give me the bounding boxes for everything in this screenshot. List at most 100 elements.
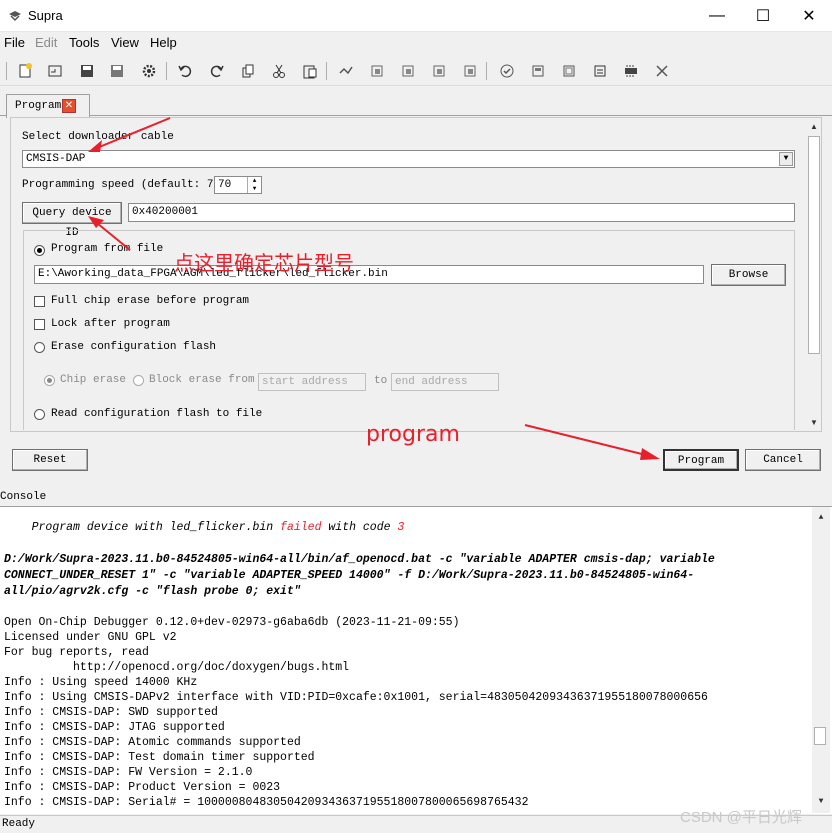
tool-h-icon bbox=[594, 65, 606, 77]
lock-after-label: Lock after program bbox=[51, 318, 170, 330]
save-button[interactable] bbox=[76, 60, 98, 82]
paste-button[interactable] bbox=[299, 60, 321, 82]
query-device-id-button[interactable]: Query device ID bbox=[22, 202, 122, 239]
window-title: Supra bbox=[28, 8, 63, 23]
end-address-field[interactable]: end address bbox=[391, 373, 499, 391]
arrow-head-icon bbox=[640, 448, 660, 460]
block-erase-radio[interactable] bbox=[133, 375, 144, 386]
program-from-file-radio[interactable] bbox=[34, 245, 45, 256]
reset-button[interactable]: Reset bbox=[12, 449, 88, 471]
console-line: http://openocd.org/doc/doxygen/bugs.html bbox=[4, 661, 350, 674]
new-file-icon bbox=[19, 63, 32, 78]
console-output[interactable]: Program device with led_flicker.bin fail… bbox=[0, 506, 832, 814]
start-address-field[interactable]: start address bbox=[258, 373, 366, 391]
tool-f-button[interactable] bbox=[527, 60, 549, 82]
save-as-button[interactable] bbox=[106, 60, 128, 82]
device-id-field[interactable]: 0x40200001 bbox=[128, 203, 795, 222]
menu-help[interactable]: Help bbox=[150, 35, 177, 50]
cut-button[interactable] bbox=[268, 60, 290, 82]
cable-label: Select downloader cable bbox=[22, 131, 174, 143]
stop-button[interactable] bbox=[651, 60, 673, 82]
erase-config-radio[interactable] bbox=[34, 342, 45, 353]
console-line: Info : Using CMSIS-DAPv2 interface with … bbox=[4, 691, 708, 704]
redo-button[interactable] bbox=[206, 60, 228, 82]
scroll-up-icon[interactable]: ▲ bbox=[814, 511, 828, 525]
chip-erase-radio[interactable] bbox=[44, 375, 55, 386]
stepper-up-icon[interactable]: ▲ bbox=[247, 177, 261, 185]
check-button[interactable] bbox=[496, 60, 518, 82]
console-line: Info : CMSIS-DAP: Product Version = 0023 bbox=[4, 781, 281, 794]
new-file-button[interactable] bbox=[14, 60, 36, 82]
program-options-group: Program from file E:\Aworking_data_FPGA\… bbox=[23, 230, 795, 430]
toolbar-separator bbox=[166, 62, 167, 80]
to-label: to bbox=[374, 375, 388, 387]
program-button[interactable]: Program bbox=[663, 449, 739, 471]
console-command-line: CONNECT_UNDER_RESET 1" -c "variable ADAP… bbox=[4, 569, 695, 582]
console-line: Info : CMSIS-DAP: Test domain timer supp… bbox=[4, 751, 315, 764]
chip-erase-label: Chip erase bbox=[60, 374, 127, 386]
toolbar-separator bbox=[326, 62, 327, 80]
scroll-down-icon[interactable]: ▼ bbox=[814, 795, 828, 809]
menu-view[interactable]: View bbox=[111, 35, 139, 50]
check-icon bbox=[500, 64, 514, 78]
redo-icon bbox=[210, 65, 224, 78]
full-chip-erase-checkbox[interactable] bbox=[34, 296, 45, 307]
file-path-field[interactable]: E:\Aworking_data_FPGA\AGM\led_flicker\le… bbox=[34, 265, 704, 284]
full-chip-erase-label: Full chip erase before program bbox=[51, 295, 250, 307]
cross-icon bbox=[656, 65, 668, 77]
chevron-down-icon: ▼ bbox=[779, 152, 793, 166]
minimize-button[interactable]: — bbox=[694, 0, 740, 32]
toolbar bbox=[0, 56, 832, 86]
scroll-up-icon[interactable]: ▲ bbox=[807, 120, 821, 134]
read-config-radio[interactable] bbox=[34, 409, 45, 420]
scroll-thumb[interactable] bbox=[814, 727, 826, 745]
tab-program[interactable]: Program ✕ bbox=[6, 94, 90, 118]
tool-i-button[interactable] bbox=[620, 60, 642, 82]
cancel-button[interactable]: Cancel bbox=[745, 449, 821, 471]
tool-c-icon bbox=[402, 65, 414, 77]
tool-f-icon bbox=[532, 65, 544, 77]
open-button[interactable] bbox=[44, 60, 66, 82]
close-icon: ✕ bbox=[802, 8, 816, 25]
erase-config-label: Erase configuration flash bbox=[51, 341, 217, 353]
stepper-down-icon[interactable]: ▼ bbox=[247, 185, 261, 193]
app-icon bbox=[9, 11, 21, 22]
console-command-line: all/pio/agrv2k.cfg -c "flash probe 0; ex… bbox=[4, 585, 301, 598]
copy-button[interactable] bbox=[237, 60, 259, 82]
browse-button[interactable]: Browse bbox=[711, 264, 786, 286]
tool-h-button[interactable] bbox=[589, 60, 611, 82]
menu-file[interactable]: File bbox=[4, 35, 25, 50]
tab-label: Program bbox=[15, 100, 62, 112]
speed-stepper[interactable]: 70 ▲ ▼ bbox=[214, 176, 262, 194]
tool-b-button[interactable] bbox=[366, 60, 388, 82]
maximize-icon: ☐ bbox=[755, 8, 771, 25]
cable-select[interactable]: CMSIS-DAP ▼ bbox=[22, 150, 795, 168]
tab-close-icon[interactable]: ✕ bbox=[62, 99, 76, 113]
tool-d-button[interactable] bbox=[428, 60, 450, 82]
menu-edit[interactable]: Edit bbox=[35, 35, 57, 50]
tool-c-button[interactable] bbox=[397, 60, 419, 82]
panel-scrollbar[interactable]: ▲ ▼ bbox=[807, 120, 821, 430]
chip-icon bbox=[625, 65, 637, 77]
console-line: Info : CMSIS-DAP: SWD supported bbox=[4, 706, 218, 719]
program-panel: Select downloader cable CMSIS-DAP ▼ Prog… bbox=[10, 117, 822, 432]
maximize-button[interactable]: ☐ bbox=[740, 0, 786, 32]
console-line: Info : CMSIS-DAP: FW Version = 2.1.0 bbox=[4, 766, 253, 779]
block-erase-label: Block erase from bbox=[149, 374, 255, 386]
menu-tools[interactable]: Tools bbox=[69, 35, 99, 50]
tool-g-button[interactable] bbox=[558, 60, 580, 82]
close-window-button[interactable]: ✕ bbox=[786, 0, 832, 32]
save-as-icon bbox=[111, 65, 123, 77]
lock-after-checkbox[interactable] bbox=[34, 319, 45, 330]
scroll-down-icon[interactable]: ▼ bbox=[807, 416, 821, 430]
tool-e-button[interactable] bbox=[459, 60, 481, 82]
undo-button[interactable] bbox=[174, 60, 196, 82]
console-scrollbar[interactable]: ▲ ▼ bbox=[812, 507, 830, 813]
settings-button[interactable] bbox=[138, 60, 160, 82]
console-line: For bug reports, read bbox=[4, 646, 149, 659]
console-line: Info : CMSIS-DAP: JTAG supported bbox=[4, 721, 225, 734]
tool-a-button[interactable] bbox=[335, 60, 357, 82]
console-label: Console bbox=[0, 491, 47, 503]
scroll-thumb[interactable] bbox=[808, 136, 820, 354]
tool-d-icon bbox=[433, 65, 445, 77]
